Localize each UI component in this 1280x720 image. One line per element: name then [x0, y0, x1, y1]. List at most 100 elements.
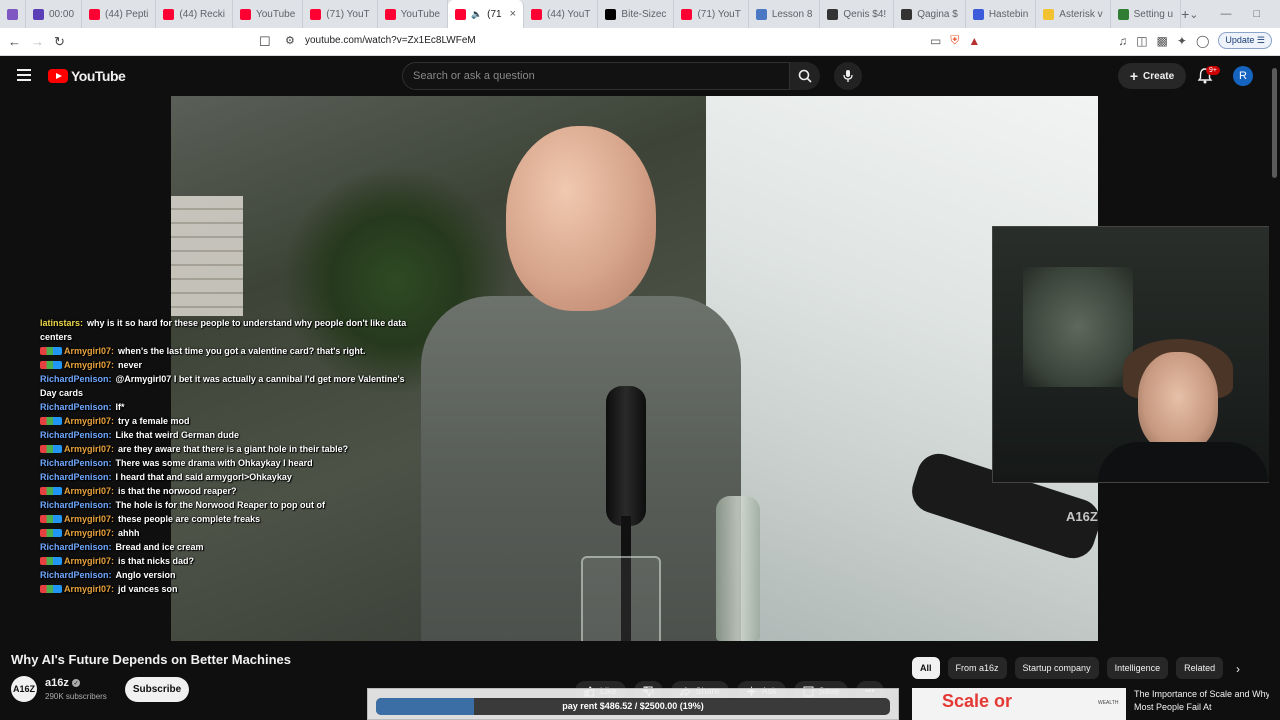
- site-info-icon[interactable]: ⚙: [285, 34, 295, 47]
- youtube-logo[interactable]: YouTube: [48, 68, 126, 84]
- chat-text: when's the last time you got a valentine…: [118, 346, 366, 356]
- chat-message: RichardPenison: Like that weird German du…: [40, 428, 410, 442]
- tab-label: Setting u: [1133, 8, 1174, 20]
- media-icon[interactable]: ♫: [1118, 34, 1127, 48]
- url-field[interactable]: youtube.com/watch?v=Zx1Ec8LWFeM: [305, 35, 476, 46]
- browser-tab[interactable]: (44) Pepti: [82, 0, 157, 28]
- browser-tab[interactable]: Asterisk v: [1036, 0, 1111, 28]
- minimize-icon[interactable]: —: [1221, 8, 1232, 21]
- chat-text: is that nicks dad?: [118, 556, 195, 566]
- browser-tab[interactable]: (71) YouT: [674, 0, 749, 28]
- chat-message: Armygirl07: are they aware that there is …: [40, 442, 410, 456]
- subscribe-button[interactable]: Subscribe: [125, 677, 189, 702]
- tab-label: Lesson 8: [771, 8, 813, 20]
- browser-tab[interactable]: Qenis $4!: [820, 0, 895, 28]
- chat-username: Armygirl07:: [64, 416, 115, 426]
- chat-message: RichardPenison: Bread and ice cream: [40, 540, 410, 554]
- filter-chip[interactable]: From a16z: [947, 657, 1007, 679]
- chat-text: these people are complete freaks: [118, 514, 261, 524]
- goal-progress-label: pay rent $486.52 / $2500.00 (19%): [562, 701, 704, 711]
- chat-username: RichardPenison:: [40, 570, 112, 580]
- chat-badges-icon: [40, 515, 62, 523]
- tab-favicon-icon: [901, 8, 913, 20]
- bookmark-icon[interactable]: ☐: [259, 34, 271, 50]
- chat-text: Bread and ice cream: [115, 542, 204, 552]
- recommended-title[interactable]: The Importance of Scale and Why Most Peo…: [1134, 688, 1274, 714]
- tab-strip-menu[interactable]: [0, 0, 26, 28]
- tab-favicon-icon: [755, 8, 767, 20]
- browser-tab[interactable]: Hastebin: [966, 0, 1037, 28]
- new-tab-button[interactable]: +: [1181, 6, 1189, 22]
- filter-chip[interactable]: All: [912, 657, 940, 679]
- page-scrollbar[interactable]: [1269, 56, 1280, 720]
- chat-username: RichardPenison:: [40, 430, 112, 440]
- chat-badges-icon: [40, 529, 62, 537]
- wallet-icon[interactable]: ▩: [1157, 34, 1168, 48]
- forward-icon[interactable]: →: [31, 34, 44, 49]
- plus-icon: +: [1129, 68, 1139, 84]
- search-box: [402, 62, 790, 90]
- menu-icon[interactable]: [17, 69, 31, 81]
- tab-label: 00:00: [49, 8, 75, 20]
- brave-shield-icon[interactable]: ⛨: [950, 33, 959, 48]
- rewards-icon[interactable]: ▲: [968, 34, 980, 48]
- tab-label: Qagina $: [917, 8, 958, 20]
- browser-tab[interactable]: 00:00: [26, 0, 83, 28]
- browser-tab[interactable]: YouTube: [233, 0, 304, 28]
- maximize-icon[interactable]: □: [1254, 8, 1261, 21]
- browser-tab[interactable]: Bite-Sizec: [598, 0, 675, 28]
- tab-favicon-icon: [1117, 8, 1129, 20]
- video-title: Why AI's Future Depends on Better Machin…: [11, 652, 291, 667]
- browser-tab[interactable]: YouTube: [378, 0, 448, 28]
- cast-icon[interactable]: ▭: [930, 34, 941, 48]
- stream-chat-overlay: latinstars: why is it so hard for these p…: [40, 316, 410, 596]
- browser-tab[interactable]: (71) YouT: [303, 0, 378, 28]
- recommended-thumbnail[interactable]: Scale or WEALTH: [912, 688, 1126, 720]
- browser-tab[interactable]: 🔈 (71 ×: [447, 0, 525, 28]
- create-button[interactable]: + Create: [1118, 63, 1186, 89]
- search-input[interactable]: [413, 70, 779, 82]
- streamer-webcam: [992, 226, 1280, 483]
- browser-tab[interactable]: (44) Recki: [156, 0, 233, 28]
- back-icon[interactable]: ←: [8, 34, 21, 49]
- chat-message: RichardPenison: I heard that and said arm…: [40, 470, 410, 484]
- chat-username: Armygirl07:: [64, 514, 115, 524]
- youtube-masthead: YouTube + Create R: [0, 56, 1280, 96]
- chevron-right-icon[interactable]: ›: [1236, 662, 1240, 676]
- browser-tab[interactable]: Setting u: [1111, 0, 1182, 28]
- vpn-icon[interactable]: ◯: [1196, 34, 1209, 48]
- tab-favicon-icon: [531, 8, 543, 20]
- verified-icon: ✓: [72, 679, 80, 687]
- filter-chip[interactable]: Startup company: [1014, 657, 1099, 679]
- tab-search-icon[interactable]: ⌄: [1189, 8, 1198, 21]
- chat-text: The hole is for the Norwood Reaper to po…: [115, 500, 326, 510]
- browser-tab[interactable]: (44) YouT: [524, 0, 599, 28]
- chat-username: RichardPenison:: [40, 542, 112, 552]
- channel-name[interactable]: a16z: [45, 677, 69, 689]
- chat-username: RichardPenison:: [40, 500, 112, 510]
- search-button[interactable]: [790, 62, 820, 90]
- ai-assist-icon[interactable]: ✦: [1177, 34, 1187, 48]
- speaker-icon[interactable]: 🔈: [471, 9, 482, 20]
- voice-search-button[interactable]: [834, 62, 862, 90]
- chat-text: I heard that and said armygorl>Ohkaykay: [115, 472, 292, 482]
- youtube-play-icon: [48, 69, 68, 83]
- account-avatar[interactable]: R: [1233, 66, 1253, 86]
- browser-address-bar: ← → ↻ ☐ ⚙ youtube.com/watch?v=Zx1Ec8LWFe…: [0, 28, 1280, 56]
- browser-tab[interactable]: Lesson 8: [749, 0, 821, 28]
- speaker-figure: [411, 126, 741, 641]
- browser-tab[interactable]: Qagina $: [894, 0, 966, 28]
- chat-badges-icon: [40, 585, 62, 593]
- sidebar-icon[interactable]: ◫: [1136, 34, 1147, 48]
- update-button[interactable]: Update ☰: [1218, 32, 1272, 49]
- chat-message: latinstars: why is it so hard for these p…: [40, 316, 410, 344]
- filter-chip[interactable]: Intelligence: [1106, 657, 1169, 679]
- reload-icon[interactable]: ↻: [54, 34, 65, 50]
- close-tab-icon[interactable]: ×: [510, 8, 516, 20]
- channel-avatar[interactable]: A16Z: [11, 676, 37, 702]
- tab-favicon-icon: [89, 8, 101, 20]
- tab-favicon-icon: [605, 8, 617, 20]
- filter-chip[interactable]: Related: [1176, 657, 1224, 679]
- tab-label: (44) YouT: [547, 8, 591, 20]
- chat-username: RichardPenison:: [40, 402, 112, 412]
